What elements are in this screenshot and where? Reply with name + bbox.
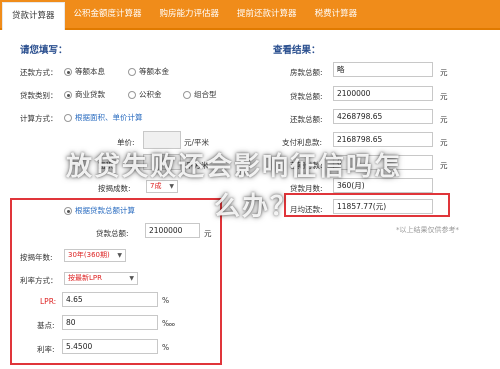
calc-by-area-label: 根据面积、单价计算 — [75, 113, 143, 122]
loan-type-commercial-label: 商业贷款 — [75, 90, 105, 99]
tab-fund-quota-calculator[interactable]: 公积金额度计算器 — [65, 0, 151, 28]
repay-method-label: 还款方式： — [20, 68, 58, 77]
years-label: 按揭年数: — [20, 253, 53, 262]
monthly-payment-output: 11857.77(元) — [333, 199, 433, 214]
interest-output: 2168798.65 — [333, 132, 433, 147]
chevron-down-icon: ▼ — [117, 252, 122, 259]
tab-prepayment-calculator[interactable]: 提前还款计算器 — [228, 0, 306, 28]
overlay-headline-line2: 么办？ — [214, 192, 299, 222]
loan-total-result-label: 贷款总额: — [290, 92, 323, 101]
lpr-input[interactable]: 4.65 — [62, 292, 158, 307]
input-section-title: 请您填写： — [20, 45, 68, 56]
years-select[interactable]: 30年(360期) ▼ — [64, 249, 126, 262]
radio-selected-icon — [64, 91, 72, 99]
ratio-select-value: 7成 — [150, 182, 162, 190]
radio-icon — [183, 91, 191, 99]
overlay-headline-line1: 放贷失败还会影响征信吗怎 — [66, 152, 403, 182]
bp-input[interactable]: 80 — [62, 315, 158, 330]
rate-mode-select-value: 按最新LPR — [68, 274, 102, 282]
bp-label: 基点: — [37, 321, 55, 330]
repay-equal-principal-label: 等额本金 — [139, 67, 169, 76]
rate-mode-label: 利率方式： — [20, 276, 58, 285]
calc-by-total-radio[interactable]: 根据贷款总额计算 — [64, 205, 135, 216]
repay-total-output: 4268798.65 — [333, 109, 433, 124]
loan-type-label: 贷款类别： — [20, 91, 58, 100]
rate-input[interactable]: 5.4500 — [62, 339, 158, 354]
rate-mode-select[interactable]: 按最新LPR ▼ — [64, 272, 138, 285]
radio-icon — [64, 114, 72, 122]
bp-unit: ‱ — [162, 319, 176, 328]
years-select-value: 30年(360期) — [68, 251, 110, 259]
calc-method-label: 计算方式： — [20, 114, 58, 123]
result-section-title: 查看结果： — [273, 45, 321, 56]
tab-purchase-ability[interactable]: 购房能力评估器 — [151, 0, 229, 28]
down-payment-unit: 元 — [440, 161, 448, 170]
repay-equal-principal-radio[interactable]: 等额本金 — [128, 66, 169, 77]
house-total-unit: 元 — [440, 68, 448, 77]
loan-total-output: 2100000 — [333, 86, 433, 101]
repay-equal-installment-radio[interactable]: 等额本息 — [64, 66, 105, 77]
calc-by-area-radio[interactable]: 根据面积、单价计算 — [64, 112, 143, 123]
tab-loan-calculator[interactable]: 贷款计算器 — [2, 2, 65, 30]
rate-label: 利率: — [37, 345, 55, 354]
chevron-down-icon: ▼ — [129, 275, 134, 282]
house-total-label: 房款总额: — [290, 68, 323, 77]
interest-unit: 元 — [440, 138, 448, 147]
repay-total-label: 还款总额: — [290, 115, 323, 124]
repay-total-unit: 元 — [440, 115, 448, 124]
loan-type-fund-label: 公积金 — [139, 90, 162, 99]
radio-icon — [128, 91, 136, 99]
loan-type-combo-radio[interactable]: 组合型 — [183, 89, 217, 100]
tab-tax-calculator[interactable]: 税费计算器 — [306, 0, 367, 28]
radio-selected-icon — [64, 68, 72, 76]
rate-unit: % — [162, 343, 170, 352]
loan-type-combo-label: 组合型 — [194, 90, 217, 99]
loan-type-commercial-radio[interactable]: 商业贷款 — [64, 89, 105, 100]
loan-total-unit: 元 — [204, 229, 212, 238]
ratio-label: 按揭成数: — [98, 184, 131, 193]
lpr-label: LPR: — [40, 297, 57, 306]
disclaimer-note: *以上结果仅供参考* — [396, 226, 459, 234]
repay-equal-installment-label: 等额本息 — [75, 67, 105, 76]
loan-total-input[interactable]: 2100000 — [145, 223, 200, 238]
calculator-tabs: 贷款计算器 公积金额度计算器 购房能力评估器 提前还款计算器 税费计算器 — [0, 0, 500, 30]
loan-total-result-unit: 元 — [440, 92, 448, 101]
loan-type-fund-radio[interactable]: 公积金 — [128, 89, 162, 100]
calc-by-total-label: 根据贷款总额计算 — [75, 206, 135, 215]
radio-icon — [128, 68, 136, 76]
lpr-unit: % — [162, 296, 170, 305]
radio-selected-icon — [64, 207, 72, 215]
house-total-output: 略 — [333, 62, 433, 77]
loan-total-label: 贷款总额: — [96, 229, 129, 238]
